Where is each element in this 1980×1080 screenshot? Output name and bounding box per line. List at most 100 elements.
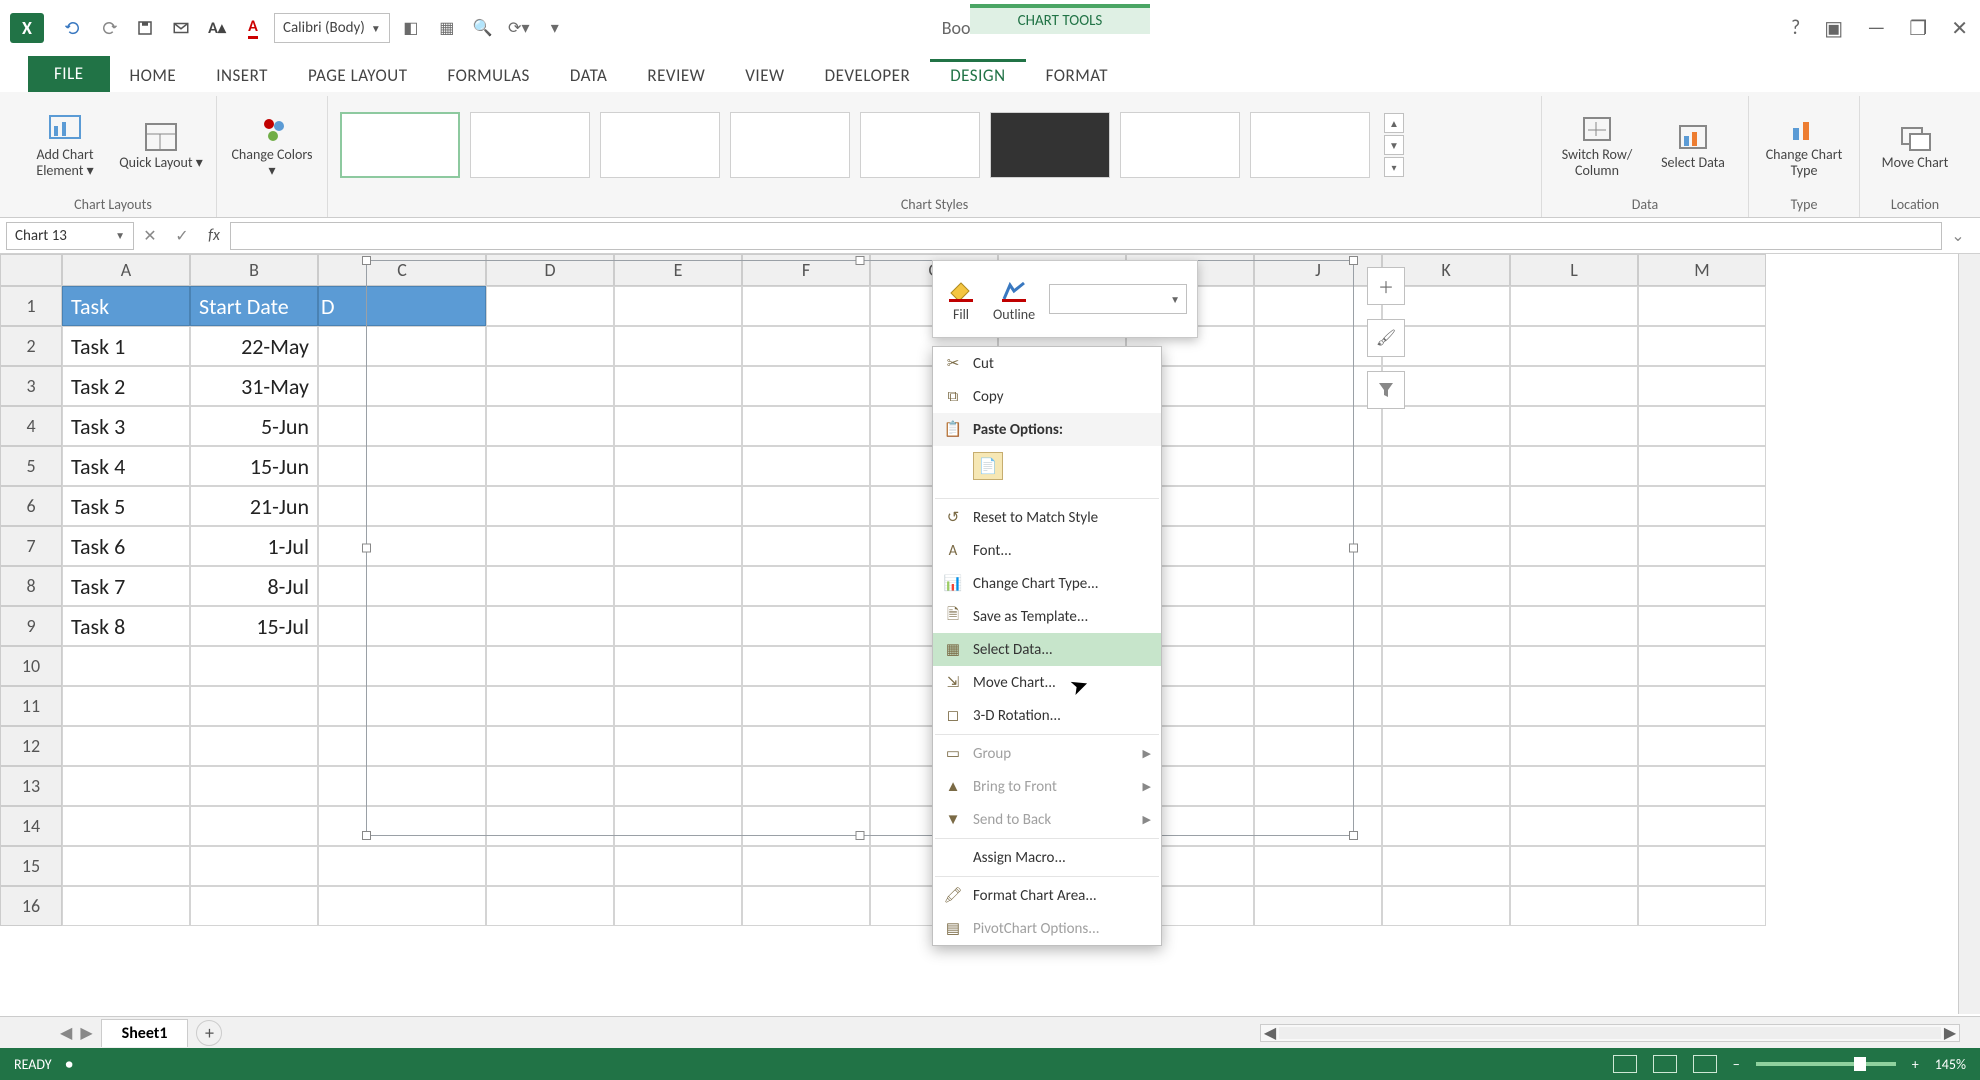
menu-cut[interactable]: ✂Cut: [933, 347, 1161, 380]
cell[interactable]: [1510, 566, 1638, 606]
add-chart-element-button[interactable]: Add Chart Element ▾: [22, 111, 108, 179]
cell[interactable]: [62, 766, 190, 806]
tab-page-layout[interactable]: PAGE LAYOUT: [288, 59, 428, 92]
embedded-chart-object[interactable]: ＋ 🖌: [366, 260, 1354, 836]
row-header[interactable]: 13: [0, 766, 62, 806]
col-header-B[interactable]: B: [190, 254, 318, 286]
cell[interactable]: [1510, 806, 1638, 846]
tab-formulas[interactable]: FORMULAS: [427, 59, 549, 92]
row-header[interactable]: 12: [0, 726, 62, 766]
cell[interactable]: [1382, 686, 1510, 726]
chart-elements-button[interactable]: ＋: [1367, 267, 1405, 305]
cell[interactable]: 31-May: [190, 366, 318, 406]
macro-record-icon[interactable]: ⏺: [66, 1056, 73, 1073]
menu-move-chart[interactable]: ⇲Move Chart...: [933, 666, 1161, 699]
view-page-break-button[interactable]: [1693, 1055, 1717, 1073]
mini-outline-button[interactable]: Outline: [993, 276, 1035, 323]
tab-file[interactable]: FILE: [28, 55, 110, 92]
cell[interactable]: [1510, 406, 1638, 446]
cell[interactable]: Task 1: [62, 326, 190, 366]
chart-style-4[interactable]: [730, 112, 850, 178]
cell[interactable]: Task 7: [62, 566, 190, 606]
cell[interactable]: [190, 646, 318, 686]
row-header[interactable]: 8: [0, 566, 62, 606]
close-button[interactable]: ✕: [1951, 16, 1968, 41]
enter-formula-button[interactable]: ✓: [166, 226, 198, 246]
chart-style-1[interactable]: [340, 112, 460, 178]
chart-style-2[interactable]: [470, 112, 590, 178]
ribbon-display-button[interactable]: ▣: [1824, 16, 1843, 41]
chart-style-8[interactable]: [1250, 112, 1370, 178]
select-all-corner[interactable]: [0, 254, 62, 286]
row-header[interactable]: 7: [0, 526, 62, 566]
resize-handle[interactable]: [1349, 831, 1358, 840]
menu-save-template[interactable]: 🗎Save as Template...: [933, 600, 1161, 633]
cell[interactable]: [1254, 846, 1382, 886]
cell[interactable]: [1382, 406, 1510, 446]
cell[interactable]: [1638, 406, 1766, 446]
menu-3d-rotation[interactable]: ◻3-D Rotation...: [933, 699, 1161, 732]
cell[interactable]: Task 2: [62, 366, 190, 406]
expand-formula-bar-button[interactable]: ⌄: [1942, 226, 1974, 246]
cell[interactable]: Start Date: [190, 286, 318, 326]
cell[interactable]: [1382, 886, 1510, 926]
add-sheet-button[interactable]: +: [196, 1020, 222, 1046]
cell[interactable]: [1382, 566, 1510, 606]
resize-handle[interactable]: [1349, 256, 1358, 265]
menu-copy[interactable]: ⧉Copy: [933, 380, 1161, 413]
cell[interactable]: [1638, 326, 1766, 366]
cell[interactable]: [1510, 326, 1638, 366]
cell[interactable]: [1382, 486, 1510, 526]
cell[interactable]: [486, 886, 614, 926]
menu-select-data[interactable]: ▦Select Data...: [933, 633, 1161, 666]
cell[interactable]: [614, 846, 742, 886]
cell[interactable]: [1638, 486, 1766, 526]
resize-handle[interactable]: [856, 256, 865, 265]
font-color-button[interactable]: A: [238, 13, 268, 43]
redo-button[interactable]: [94, 13, 124, 43]
zoom-slider[interactable]: [1756, 1062, 1896, 1066]
cell[interactable]: Task 8: [62, 606, 190, 646]
cell[interactable]: [1638, 846, 1766, 886]
cell[interactable]: [1638, 286, 1766, 326]
font-name-dropdown[interactable]: Calibri (Body) ▼: [274, 13, 390, 43]
name-box[interactable]: Chart 13 ▼: [6, 222, 134, 250]
cell[interactable]: [62, 686, 190, 726]
cell[interactable]: [614, 886, 742, 926]
tab-data[interactable]: DATA: [550, 59, 628, 92]
cell[interactable]: [62, 886, 190, 926]
row-header[interactable]: 9: [0, 606, 62, 646]
tab-view[interactable]: VIEW: [725, 59, 804, 92]
quick-layout-button[interactable]: Quick Layout ▾: [118, 119, 204, 171]
row-header[interactable]: 16: [0, 886, 62, 926]
cell[interactable]: [1382, 846, 1510, 886]
save-button[interactable]: [130, 13, 160, 43]
cell[interactable]: [742, 886, 870, 926]
cell[interactable]: 15-Jun: [190, 446, 318, 486]
cell[interactable]: 22-May: [190, 326, 318, 366]
row-header[interactable]: 14: [0, 806, 62, 846]
menu-paste-option-1[interactable]: 📄: [933, 446, 1161, 496]
cell[interactable]: [742, 846, 870, 886]
zoom-in-button[interactable]: +: [1912, 1056, 1919, 1073]
chevron-down-icon[interactable]: ▼: [1384, 135, 1404, 155]
cell[interactable]: [1638, 606, 1766, 646]
move-chart-button[interactable]: Move Chart: [1872, 119, 1958, 171]
cell[interactable]: [1510, 766, 1638, 806]
cell[interactable]: [62, 726, 190, 766]
menu-format-chart-area[interactable]: 🖍Format Chart Area...: [933, 879, 1161, 912]
col-header-A[interactable]: A: [62, 254, 190, 286]
cell[interactable]: [1638, 566, 1766, 606]
cell[interactable]: [1510, 726, 1638, 766]
help-button[interactable]: ?: [1791, 16, 1800, 41]
cell[interactable]: [1638, 806, 1766, 846]
row-header[interactable]: 1: [0, 286, 62, 326]
cell[interactable]: [1382, 446, 1510, 486]
cell[interactable]: Task 4: [62, 446, 190, 486]
formula-bar-input[interactable]: [230, 222, 1942, 250]
horizontal-scrollbar[interactable]: ◀ ▶: [1260, 1024, 1960, 1042]
vertical-scrollbar[interactable]: [1958, 254, 1980, 1014]
cancel-formula-button[interactable]: ✕: [134, 226, 166, 246]
cell[interactable]: [1638, 646, 1766, 686]
resize-handle[interactable]: [856, 831, 865, 840]
